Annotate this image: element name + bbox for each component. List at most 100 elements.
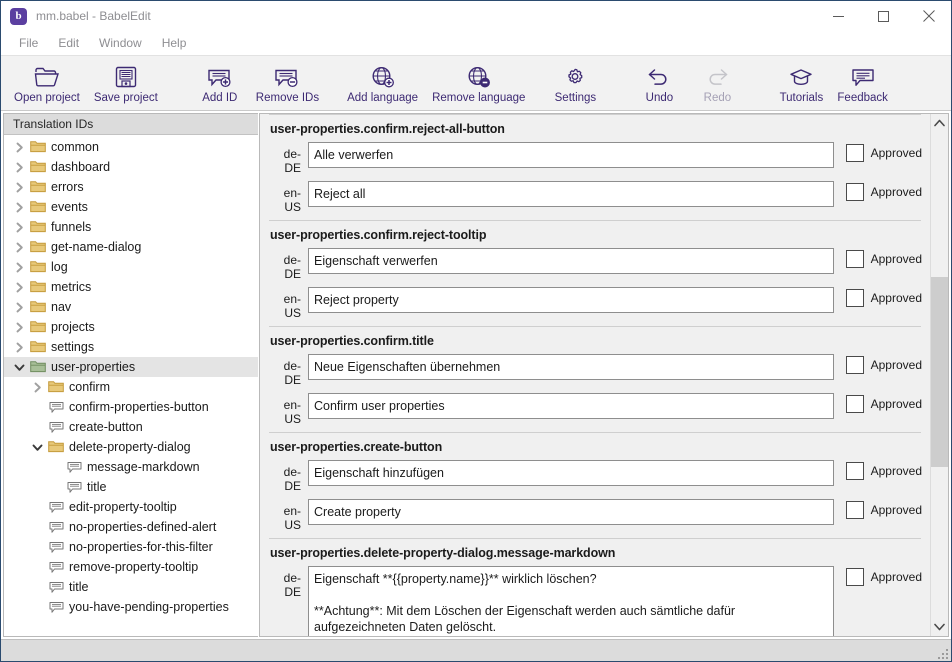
language-code-label: en-US [268,499,308,532]
scrollbar-thumb[interactable] [931,277,948,467]
translation-input[interactable]: Reject property [308,287,834,313]
menu-item-help[interactable]: Help [152,33,197,53]
menu-item-file[interactable]: File [9,33,48,53]
open-project-button[interactable]: Open project [7,61,87,105]
chevron-right-icon[interactable] [10,302,28,313]
vertical-scrollbar[interactable] [930,114,948,636]
translation-id-tree[interactable]: commondashboarderrorseventsfunnelsget-na… [4,135,258,636]
chevron-right-icon[interactable] [10,162,28,173]
tree-item-log[interactable]: log [4,257,258,277]
remove-language-button[interactable]: Remove language [425,61,532,105]
maximize-icon[interactable] [861,1,906,31]
approved-checkbox[interactable] [846,462,864,480]
add-id-button[interactable]: Add ID [191,61,249,105]
chevron-right-icon[interactable] [10,142,28,153]
tree-item-confirm-properties-button[interactable]: confirm-properties-button [4,397,258,417]
chevron-right-icon[interactable] [10,222,28,233]
chevron-down-icon[interactable] [28,442,46,453]
translation-input[interactable]: Eigenschaft **{{property.name}}** wirkli… [308,566,834,636]
approved-checkbox[interactable] [846,250,864,268]
chevron-right-icon[interactable] [10,282,28,293]
approved-checkbox[interactable] [846,144,864,162]
tree-item-label: message-markdown [87,460,200,474]
tree-item-create-button[interactable]: create-button [4,417,258,437]
scroll-down-arrow-icon[interactable] [931,618,948,636]
scroll-up-arrow-icon[interactable] [931,114,948,132]
chevron-right-icon[interactable] [10,242,28,253]
translation-input[interactable]: Confirm user properties [308,393,834,419]
translation-input[interactable]: Create property [308,499,834,525]
tree-item-nav[interactable]: nav [4,297,258,317]
tree-item-title[interactable]: title [4,577,258,597]
tutorials-button[interactable]: Tutorials [772,61,830,105]
tree-item-delete-property-dialog[interactable]: delete-property-dialog [4,437,258,457]
tree-item-projects[interactable]: projects [4,317,258,337]
tree-item-title[interactable]: title [4,477,258,497]
tree-item-user-properties[interactable]: user-properties [4,357,258,377]
chevron-right-icon[interactable] [10,182,28,193]
tree-item-settings[interactable]: settings [4,337,258,357]
entry-key-label: user-properties.confirm.reject-tooltip [268,221,922,246]
approved-checkbox[interactable] [846,568,864,586]
tree-item-no-properties-defined-alert[interactable]: no-properties-defined-alert [4,517,258,537]
add-language-button[interactable]: Add language [340,61,425,105]
translation-input[interactable]: Alle verwerfen [308,142,834,168]
folder-icon [28,220,48,234]
tree-item-edit-property-tooltip[interactable]: edit-property-tooltip [4,497,258,517]
scrollbar-track[interactable] [931,132,948,618]
tree-item-common[interactable]: common [4,137,258,157]
tree-item-you-have-pending-properties[interactable]: you-have-pending-properties [4,597,258,617]
tree-item-events[interactable]: events [4,197,258,217]
tree-item-label: delete-property-dialog [69,440,191,454]
chevron-down-icon[interactable] [10,362,28,373]
redo-button[interactable]: Redo [688,61,746,105]
tree-item-label: user-properties [51,360,135,374]
chevron-right-icon[interactable] [28,382,46,393]
menu-item-edit[interactable]: Edit [48,33,89,53]
chevron-right-icon[interactable] [10,342,28,353]
tree-item-remove-property-tooltip[interactable]: remove-property-tooltip [4,557,258,577]
tree-item-metrics[interactable]: metrics [4,277,258,297]
translation-input[interactable]: Eigenschaft hinzufügen [308,460,834,486]
tree-item-funnels[interactable]: funnels [4,217,258,237]
menu-item-window[interactable]: Window [89,33,152,53]
chevron-right-icon[interactable] [10,262,28,273]
close-icon[interactable] [906,1,951,31]
tree-item-label: title [87,480,106,494]
language-code-label: en-US [268,393,308,426]
resize-grip[interactable] [936,647,948,659]
tree-item-label: remove-property-tooltip [69,560,198,574]
feedback-label: Feedback [837,92,888,104]
minimize-icon[interactable] [816,1,861,31]
approved-checkbox[interactable] [846,289,864,307]
approved-checkbox[interactable] [846,501,864,519]
translation-entry: user-properties.confirm.reject-all-butto… [268,114,922,220]
approved-group: Approved [834,393,922,413]
save-project-button[interactable]: Save project [87,61,165,105]
gear-icon [563,63,587,91]
remove-ids-button[interactable]: Remove IDs [249,61,326,105]
approved-checkbox[interactable] [846,395,864,413]
approved-label: Approved [871,570,922,584]
undo-button[interactable]: Undo [630,61,688,105]
chevron-right-icon[interactable] [10,202,28,213]
entries-list: user-properties.confirm.reject-all-butto… [260,114,930,636]
tree-item-confirm[interactable]: confirm [4,377,258,397]
chevron-right-icon[interactable] [10,322,28,333]
settings-button[interactable]: Settings [546,61,604,105]
translation-input[interactable]: Neue Eigenschaften übernehmen [308,354,834,380]
tree-item-no-properties-for-this-filter[interactable]: no-properties-for-this-filter [4,537,258,557]
tree-item-message-markdown[interactable]: message-markdown [4,457,258,477]
entries-panel: user-properties.confirm.reject-all-butto… [259,113,949,637]
folder-icon [28,180,48,194]
approved-checkbox[interactable] [846,356,864,374]
tree-item-dashboard[interactable]: dashboard [4,157,258,177]
feedback-button[interactable]: Feedback [830,61,895,105]
translation-input[interactable]: Eigenschaft verwerfen [308,248,834,274]
tree-item-get-name-dialog[interactable]: get-name-dialog [4,237,258,257]
tree-item-errors[interactable]: errors [4,177,258,197]
translation-input[interactable]: Reject all [308,181,834,207]
babeledit-logo-icon: b [10,8,27,25]
approved-checkbox[interactable] [846,183,864,201]
tree-item-label: log [51,260,68,274]
